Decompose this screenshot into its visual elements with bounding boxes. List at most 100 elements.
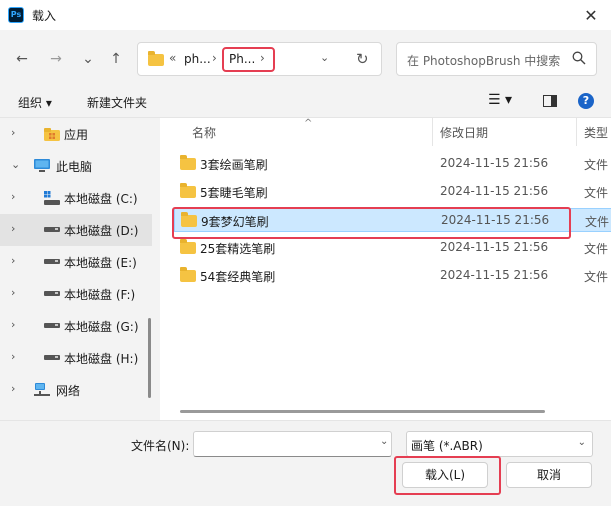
nav-item-label: 本地磁盘 (F:)	[64, 288, 136, 302]
folder-icon	[180, 183, 196, 198]
file-date: 2024-11-15 21:56	[440, 156, 549, 170]
nav-item-drive-f[interactable]: › 本地磁盘 (F:)	[0, 278, 152, 310]
breadcrumb-segment-1[interactable]: ph...	[184, 52, 211, 66]
folder-icon	[180, 267, 196, 282]
forward-arrow-icon[interactable]: →	[46, 50, 66, 68]
nav-item-label: 此电脑	[56, 160, 93, 174]
folder-icon	[180, 239, 196, 254]
apps-folder-icon	[44, 128, 60, 141]
horizontal-scrollbar[interactable]	[180, 410, 545, 413]
close-icon[interactable]: ✕	[571, 0, 611, 30]
drive-icon	[44, 323, 60, 328]
up-arrow-icon[interactable]: ↑	[106, 50, 126, 68]
chevron-right-icon[interactable]: ›	[11, 254, 15, 267]
column-header-name[interactable]: 名称	[192, 124, 216, 141]
refresh-icon[interactable]: ↻	[356, 50, 369, 68]
file-type: 文件	[585, 215, 610, 229]
navigation-pane: › 应用 ⌄ 此电脑 › 本地磁盘 (C:) › 本地磁盘 (D:) › 本地磁…	[0, 118, 160, 420]
ps-logo-icon: Ps	[8, 7, 24, 23]
breadcrumb-segment-2[interactable]: Ph...	[229, 52, 255, 66]
file-date: 2024-11-15 21:56	[440, 268, 549, 282]
organize-menu[interactable]: 组织 ▾	[18, 94, 52, 111]
nav-item-drive-h[interactable]: › 本地磁盘 (H:)	[0, 342, 152, 374]
help-icon[interactable]: ?	[578, 93, 594, 109]
title-bar: Ps 载入 ✕	[0, 0, 611, 30]
nav-item-label: 本地磁盘 (H:)	[64, 352, 139, 366]
navigation-row: ← → ⌄ ↑ « ph... › Ph... › ⌄ ↻ 在 Photosho…	[0, 30, 611, 86]
search-input[interactable]: 在 PhotoshopBrush 中搜索	[396, 42, 597, 76]
file-row[interactable]: 25套精选笔刷 2024-11-15 21:56 文件	[174, 236, 611, 260]
chevron-right-icon[interactable]: ›	[11, 350, 15, 363]
nav-item-apps[interactable]: › 应用	[0, 118, 152, 150]
chevron-right-icon[interactable]: ›	[11, 190, 15, 203]
search-icon	[572, 51, 586, 65]
view-menu-icon[interactable]: ☰ ▾	[488, 92, 512, 108]
file-row[interactable]: 5套睫毛笔刷 2024-11-15 21:56 文件	[174, 180, 611, 204]
breadcrumb-overflow[interactable]: «	[169, 51, 176, 65]
dialog-footer: 文件名(N): ⌄ 画笔 (*.ABR) ⌄ 载入(L) 取消	[0, 420, 611, 506]
search-placeholder: 在 PhotoshopBrush 中搜索	[407, 54, 561, 68]
nav-item-label: 本地磁盘 (D:)	[64, 224, 139, 238]
recent-locations-icon[interactable]: ⌄	[78, 50, 98, 68]
file-list: ^ 名称 修改日期 类型 3套绘画笔刷 2024-11-15 21:56 文件 …	[160, 118, 611, 420]
column-header-type[interactable]: 类型	[584, 124, 608, 141]
load-button[interactable]: 载入(L)	[402, 462, 488, 488]
file-date: 2024-11-15 21:56	[440, 184, 549, 198]
filename-input[interactable]	[193, 431, 392, 457]
chevron-right-icon[interactable]: ›	[11, 318, 15, 331]
nav-item-network[interactable]: › 网络	[0, 374, 152, 406]
windows-drive-icon	[44, 191, 60, 205]
breadcrumb-separator[interactable]: ›	[260, 51, 265, 65]
drive-icon	[44, 227, 60, 232]
window-title: 载入	[32, 9, 57, 23]
drive-icon	[44, 291, 60, 296]
preview-pane-icon[interactable]	[543, 95, 557, 107]
nav-item-drive-d[interactable]: › 本地磁盘 (D:)	[0, 214, 152, 246]
file-type: 文件	[584, 186, 609, 200]
sort-arrow-icon: ^	[304, 118, 313, 129]
nav-item-label: 本地磁盘 (G:)	[64, 320, 139, 334]
folder-icon	[148, 51, 164, 66]
drive-icon	[44, 259, 60, 264]
file-name: 5套睫毛笔刷	[200, 186, 268, 200]
breadcrumb-separator[interactable]: ›	[212, 51, 217, 65]
chevron-right-icon[interactable]: ›	[11, 126, 15, 139]
folder-icon	[180, 155, 196, 170]
file-name: 25套精选笔刷	[200, 242, 276, 256]
file-type: 文件	[584, 270, 609, 284]
scrollbar[interactable]	[148, 318, 151, 398]
file-name: 54套经典笔刷	[200, 270, 276, 284]
this-pc-icon	[34, 159, 50, 172]
chevron-right-icon[interactable]: ›	[11, 286, 15, 299]
cancel-button[interactable]: 取消	[506, 462, 592, 488]
chevron-right-icon[interactable]: ›	[11, 222, 15, 235]
network-icon	[34, 383, 50, 396]
nav-item-label: 本地磁盘 (E:)	[64, 256, 137, 270]
nav-item-drive-c[interactable]: › 本地磁盘 (C:)	[0, 182, 152, 214]
file-row[interactable]: 3套绘画笔刷 2024-11-15 21:56 文件	[174, 152, 611, 176]
filetype-select[interactable]: 画笔 (*.ABR) ⌄	[406, 431, 593, 457]
chevron-down-icon[interactable]: ⌄	[320, 51, 329, 64]
column-divider[interactable]	[432, 118, 433, 146]
chevron-down-icon[interactable]: ⌄	[11, 158, 20, 171]
nav-item-label: 网络	[56, 384, 81, 398]
nav-item-drive-g[interactable]: › 本地磁盘 (G:)	[0, 310, 152, 342]
file-name: 3套绘画笔刷	[200, 158, 268, 172]
file-type: 文件	[584, 242, 609, 256]
back-arrow-icon[interactable]: ←	[12, 50, 32, 68]
file-type: 文件	[584, 158, 609, 172]
column-header-date[interactable]: 修改日期	[440, 124, 488, 141]
column-divider[interactable]	[576, 118, 577, 146]
nav-item-drive-e[interactable]: › 本地磁盘 (E:)	[0, 246, 152, 278]
selection-highlight-outline	[172, 207, 571, 239]
drive-icon	[44, 355, 60, 360]
address-bar[interactable]: « ph... › Ph... › ⌄ ↻	[137, 42, 382, 76]
filename-label: 文件名(N):	[131, 439, 190, 453]
file-row[interactable]: 54套经典笔刷 2024-11-15 21:56 文件	[174, 264, 611, 288]
nav-item-label: 应用	[64, 128, 89, 142]
chevron-right-icon[interactable]: ›	[11, 382, 15, 395]
nav-item-this-pc[interactable]: ⌄ 此电脑	[0, 150, 152, 182]
filetype-value: 画笔 (*.ABR)	[411, 439, 483, 453]
nav-item-label: 本地磁盘 (C:)	[64, 192, 138, 206]
new-folder-button[interactable]: 新建文件夹	[87, 94, 147, 111]
